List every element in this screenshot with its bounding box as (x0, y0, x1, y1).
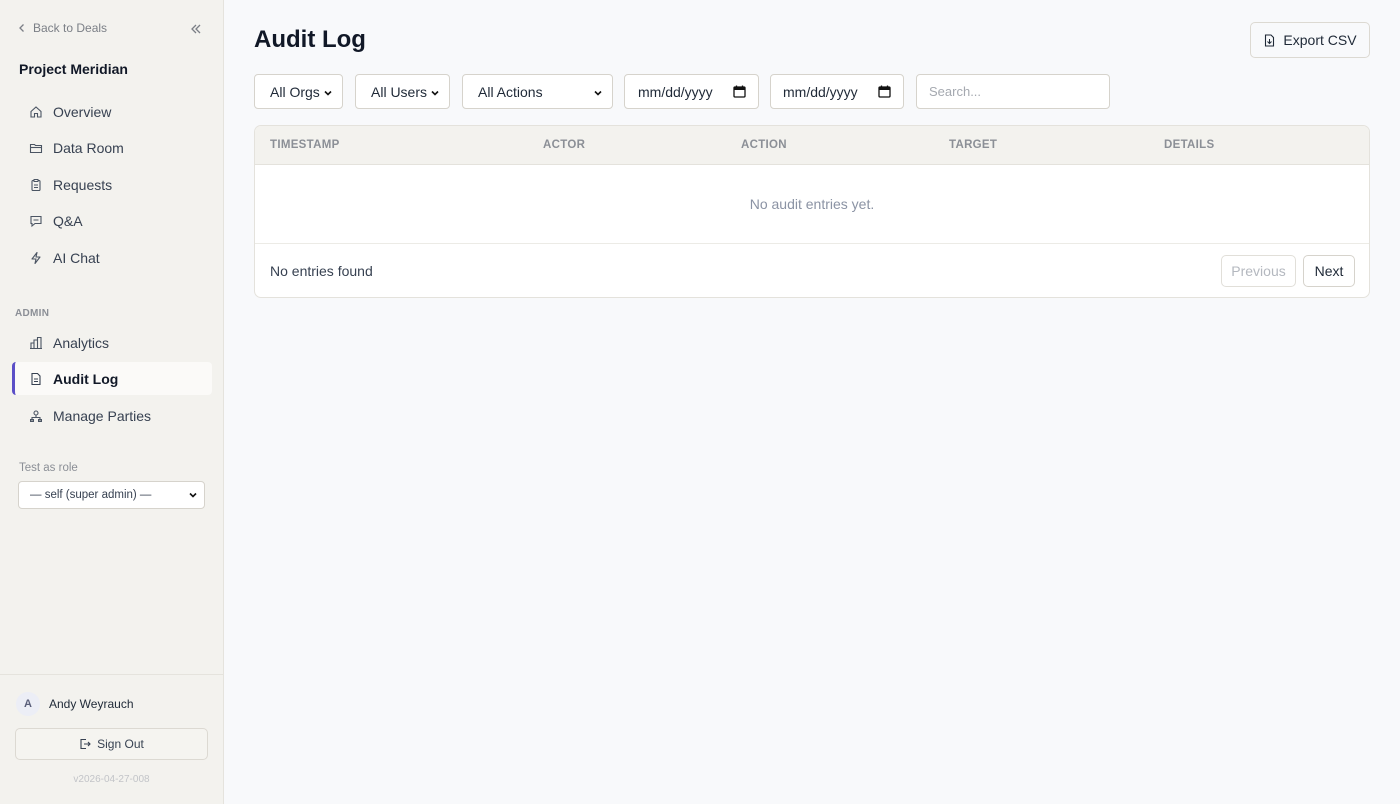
search-input[interactable] (916, 74, 1110, 109)
nav-item-manage-parties[interactable]: Manage Parties (12, 399, 212, 432)
calendar-icon[interactable] (733, 85, 746, 98)
user-filter-select[interactable]: All Users (355, 74, 450, 109)
chevron-left-icon (19, 24, 24, 32)
back-to-deals-link[interactable]: Back to Deals (17, 21, 107, 35)
test-role-select[interactable]: — self (super admin) — (18, 481, 205, 509)
page-title: Audit Log (254, 26, 366, 53)
sidebar: Back to Deals Project Meridian Overview … (0, 0, 224, 804)
export-csv-label: Export CSV (1283, 32, 1357, 48)
admin-section-label: ADMIN (15, 308, 50, 319)
bar-chart-icon (29, 336, 43, 350)
nav-item-label: Audit Log (53, 370, 119, 387)
sidebar-footer: A Andy Weyrauch Sign Out v2026-04-27-008 (0, 674, 223, 804)
chat-icon (29, 214, 43, 228)
nav-item-label: Requests (53, 176, 113, 193)
chevron-down-icon (324, 90, 332, 96)
previous-page-button[interactable]: Previous (1221, 255, 1296, 287)
nav-item-label: Analytics (53, 334, 110, 351)
avatar: A (16, 692, 40, 716)
nav-item-label: Manage Parties (53, 407, 152, 424)
table-header: TIMESTAMP ACTOR ACTION TARGET DETAILS (255, 126, 1369, 165)
back-link-label: Back to Deals (33, 21, 108, 35)
sign-out-icon (80, 738, 91, 750)
nav-item-audit-log[interactable]: Audit Log (12, 362, 212, 395)
nav-item-analytics[interactable]: Analytics (12, 326, 212, 359)
user-row: A Andy Weyrauch (16, 692, 134, 716)
date-from-input[interactable]: mm/dd/yyyy (624, 74, 759, 109)
version-label: v2026-04-27-008 (73, 774, 150, 785)
nav-item-label: Data Room (53, 139, 124, 156)
collapse-sidebar-icon[interactable] (189, 22, 203, 36)
next-page-button[interactable]: Next (1303, 255, 1355, 287)
nav-item-qa[interactable]: Q&A (12, 204, 212, 237)
empty-state-message: No audit entries yet. (255, 165, 1369, 244)
column-header-target[interactable]: TARGET (949, 139, 997, 151)
file-export-icon (1265, 33, 1275, 47)
audit-table: TIMESTAMP ACTOR ACTION TARGET DETAILS No… (254, 125, 1370, 298)
user-filter-value: All Users (371, 83, 428, 100)
nav-item-data-room[interactable]: Data Room (12, 131, 212, 164)
project-title: Project Meridian (19, 61, 128, 77)
entries-count: No entries found (270, 263, 373, 279)
document-icon (29, 372, 43, 386)
org-filter-value: All Orgs (270, 83, 320, 100)
org-icon (29, 409, 43, 423)
chevron-down-icon (594, 90, 602, 96)
org-filter-select[interactable]: All Orgs (254, 74, 343, 109)
user-name: Andy Weyrauch (49, 697, 134, 711)
date-from-value: mm/dd/yyyy (638, 83, 713, 100)
chevron-down-icon (189, 492, 197, 498)
action-filter-value: All Actions (478, 83, 543, 100)
nav-item-ai-chat[interactable]: AI Chat (12, 241, 212, 274)
export-csv-button[interactable]: Export CSV (1250, 22, 1370, 58)
home-icon (29, 105, 43, 119)
test-role-value: — self (super admin) — (30, 489, 152, 501)
sign-out-label: Sign Out (97, 737, 144, 751)
clipboard-icon (29, 178, 43, 192)
column-header-details[interactable]: DETAILS (1164, 139, 1214, 151)
chevron-down-icon (431, 90, 439, 96)
bolt-icon (29, 251, 43, 265)
column-header-action[interactable]: ACTION (741, 139, 787, 151)
action-filter-select[interactable]: All Actions (462, 74, 613, 109)
test-role-label: Test as role (19, 462, 78, 474)
sign-out-button[interactable]: Sign Out (15, 728, 208, 760)
folder-icon (29, 141, 43, 155)
column-header-timestamp[interactable]: TIMESTAMP (270, 139, 340, 151)
calendar-icon[interactable] (878, 85, 891, 98)
date-to-input[interactable]: mm/dd/yyyy (770, 74, 904, 109)
nav-item-label: Q&A (53, 212, 83, 229)
nav-item-label: Overview (53, 103, 112, 120)
nav-item-label: AI Chat (53, 249, 100, 266)
nav-item-overview[interactable]: Overview (12, 95, 212, 128)
nav-item-requests[interactable]: Requests (12, 168, 212, 201)
date-to-value: mm/dd/yyyy (783, 83, 858, 100)
column-header-actor[interactable]: ACTOR (543, 139, 585, 151)
